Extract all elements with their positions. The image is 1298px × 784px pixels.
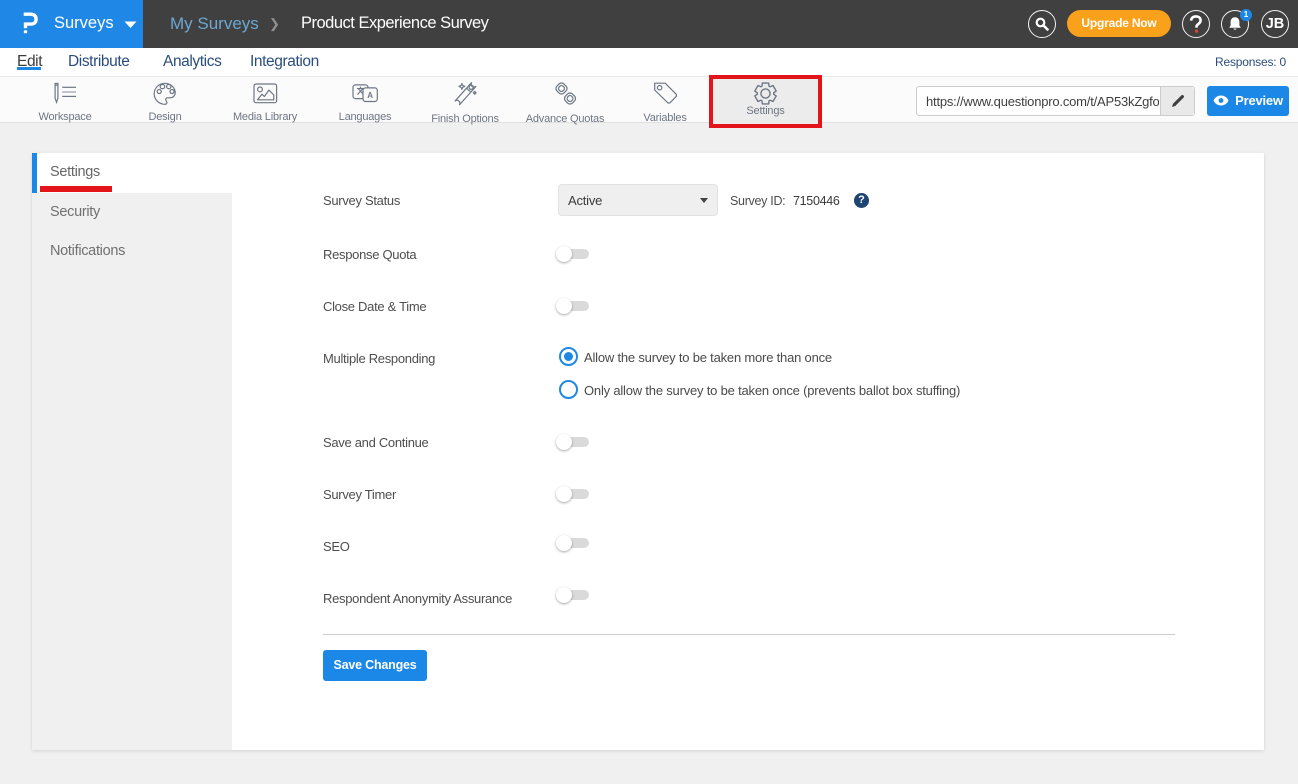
svg-text:A: A [367, 91, 373, 100]
